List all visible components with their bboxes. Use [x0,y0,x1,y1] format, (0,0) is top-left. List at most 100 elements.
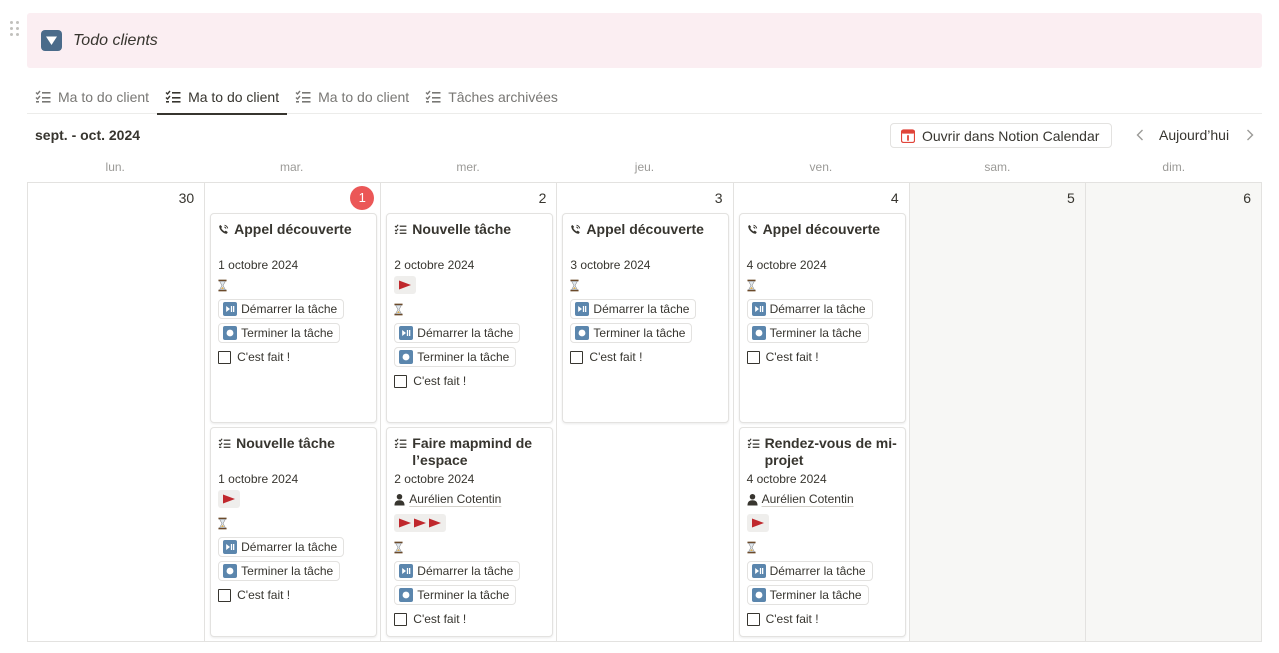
task-card[interactable]: Appel découverte 4 octobre 2024 Démarrer… [738,213,906,423]
stop-icon [399,588,414,602]
card-date: 3 octobre 2024 [570,258,651,272]
person-icon [394,493,405,506]
card-title: Appel découverte [762,221,881,237]
finish-task-button[interactable]: Terminer la tâche [394,347,517,367]
weekday-label: mar. [279,160,304,174]
done-checkbox[interactable] [746,612,760,626]
weekday-label: dim. [1162,160,1186,174]
card-title: Nouvelle tâche [412,221,512,237]
play-pause-icon [223,540,238,554]
page-title[interactable]: Todo clients [73,32,158,50]
red-flag-icon [398,279,412,291]
red-flag-icon [222,493,236,505]
card-date: 2 octobre 2024 [394,258,475,272]
red-flag-icon [751,517,765,529]
finish-task-button[interactable]: Terminer la tâche [570,323,693,343]
finish-task-button[interactable]: Terminer la tâche [218,561,341,581]
card-title: Rendez-vous de mi-projet [764,435,897,468]
weekday-label: lun. [105,160,125,174]
card-title: Appel découverte [234,221,352,237]
done-checkbox[interactable] [218,588,232,602]
done-label: C'est fait ! [413,374,467,388]
day-cell[interactable]: 1 Appel découverte 1 octobre 2024 Démarr… [204,183,380,641]
day-number: 30 [178,190,195,206]
tab-label: Ma to do client [318,89,410,105]
today-button[interactable]: Aujourd’hui [1159,127,1229,143]
today-badge: 1 [350,186,375,210]
day-cell[interactable]: 3 Appel découverte 3 octobre 2024 Démarr… [556,183,732,641]
start-task-button[interactable]: Démarrer la tâche [746,561,873,581]
next-arrow-icon[interactable] [1243,127,1257,143]
day-cell[interactable]: 30 [28,183,204,641]
tab-ma-to-do-client-1[interactable]: Ma to do client [27,80,157,114]
start-task-button[interactable]: Démarrer la tâche [394,561,521,581]
triangle-down-icon [41,30,62,51]
assignee[interactable]: Aurélien Cotentin [747,487,898,511]
done-checkbox[interactable] [218,350,232,364]
weekday-label: sam. [984,160,1011,174]
done-checkbox[interactable] [570,350,584,364]
day-cell[interactable]: 5 [908,183,1085,641]
start-task-button[interactable]: Démarrer la tâche [570,299,697,319]
checklist-icon [35,90,51,104]
finish-task-button[interactable]: Terminer la tâche [746,585,869,605]
task-card[interactable]: Nouvelle tâche 2 octobre 2024 Démarrer l… [386,213,554,423]
phone-icon [218,224,229,235]
tab-label: Ma to do client [188,89,280,105]
open-notion-calendar-button[interactable]: Ouvrir dans Notion Calendar [890,123,1113,148]
done-checkbox[interactable] [394,374,408,388]
drag-handle-icon[interactable] [10,21,20,37]
tab-taches-archivees[interactable]: Tâches archivées [417,80,566,114]
start-task-button[interactable]: Démarrer la tâche [746,299,873,319]
day-cell[interactable]: 6 [1084,183,1261,641]
hourglass-icon [747,541,756,554]
previous-arrow-icon[interactable] [1133,127,1147,143]
task-card[interactable]: Nouvelle tâche 1 octobre 2024 Démarrer l… [210,427,378,637]
start-task-button[interactable]: Démarrer la tâche [218,299,345,319]
done-label: C'est fait ! [765,612,819,626]
start-task-button[interactable]: Démarrer la tâche [218,537,345,557]
hourglass-icon [394,303,403,316]
finish-task-button[interactable]: Terminer la tâche [746,323,869,343]
done-label: C'est fait ! [765,350,819,364]
assignee[interactable]: Aurélien Cotentin [394,487,545,511]
task-card[interactable]: Appel découverte 3 octobre 2024 Démarrer… [562,213,730,423]
finish-task-button[interactable]: Terminer la tâche [218,323,341,343]
finish-task-label: Terminer la tâche [593,326,686,340]
finish-task-label: Terminer la tâche [769,326,862,340]
start-task-button[interactable]: Démarrer la tâche [394,323,521,343]
day-cell[interactable]: 2 Nouvelle tâche 2 octobre 2024 Démarrer… [380,183,556,641]
done-label: C'est fait ! [237,588,291,602]
play-pause-icon [223,302,238,316]
phone-icon [570,224,581,235]
done-checkbox[interactable] [746,350,760,364]
tab-ma-to-do-client-3[interactable]: Ma to do client [287,80,417,114]
finish-task-button[interactable]: Terminer la tâche [394,585,517,605]
day-number: 3 [714,190,723,206]
start-task-label: Démarrer la tâche [769,564,866,578]
stop-icon [575,326,590,340]
start-task-label: Démarrer la tâche [241,540,338,554]
checklist-icon [394,438,407,449]
task-card[interactable]: Rendez-vous de mi-projet 4 octobre 2024 … [738,427,906,637]
start-task-label: Démarrer la tâche [417,326,514,340]
finish-task-label: Terminer la tâche [417,588,510,602]
hourglass-icon [747,279,756,292]
play-pause-icon [399,564,414,578]
tab-label: Ma to do client [58,89,150,105]
stop-icon [223,564,238,578]
red-flag-icon [398,517,412,529]
day-number: 5 [1067,190,1075,206]
task-card[interactable]: Faire mapmind de l’espace 2 octobre 2024… [386,427,554,637]
done-label: C'est fait ! [589,350,643,364]
finish-task-label: Terminer la tâche [241,326,334,340]
hourglass-icon [218,517,227,530]
done-checkbox[interactable] [394,612,408,626]
task-card[interactable]: Appel découverte 1 octobre 2024 Démarrer… [210,213,378,423]
finish-task-label: Terminer la tâche [241,564,334,578]
day-cell[interactable]: 4 Appel découverte 4 octobre 2024 Démarr… [732,183,909,641]
calendar-icon [901,128,915,143]
done-label: C'est fait ! [237,350,291,364]
tab-ma-to-do-client-2[interactable]: Ma to do client [157,80,288,115]
red-flag-icon [413,517,427,529]
